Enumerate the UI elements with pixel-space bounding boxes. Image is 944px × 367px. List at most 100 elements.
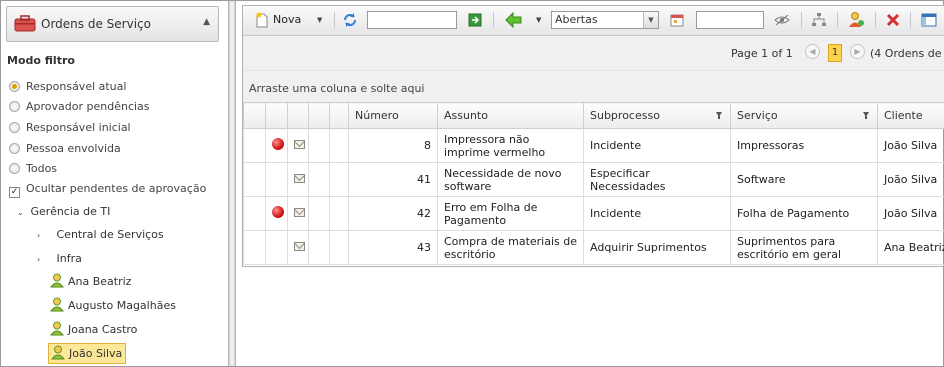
user-icon [50, 297, 64, 312]
panel-icon[interactable] [921, 11, 937, 29]
column-header[interactable] [308, 102, 330, 129]
status-select[interactable]: Abertas ▼ [551, 11, 659, 29]
header-label: Serviço [737, 109, 778, 122]
cell-numero[interactable]: 42 [348, 196, 438, 231]
envelope-icon[interactable] [294, 242, 305, 251]
cell-servico: Software [730, 162, 878, 197]
chevron-down-icon[interactable]: ▼ [643, 12, 658, 28]
tree-user-ana-beatriz[interactable]: Ana Beatriz [50, 272, 131, 292]
cell-cliente: João Silva [877, 128, 944, 163]
cell-assunto[interactable]: Compra de materiais de escritório [437, 230, 584, 265]
column-header[interactable] [265, 102, 288, 129]
radio-button[interactable] [9, 101, 20, 112]
radio-button[interactable] [9, 163, 20, 174]
chevron-up-icon[interactable]: ▲ [203, 17, 210, 27]
column-header-servico[interactable]: Serviço [730, 102, 878, 129]
cell-assunto[interactable]: Necessidade de novo software [437, 162, 584, 197]
column-header-subprocesso[interactable]: Subprocesso [583, 102, 731, 129]
tree-node-central-servicos[interactable]: › Central de Serviços [37, 225, 164, 245]
envelope-icon[interactable] [294, 174, 305, 183]
cell-subprocesso: Incidente [583, 196, 731, 231]
dropdown-arrow-icon[interactable]: ▼ [317, 11, 322, 29]
status-select-value: Abertas [555, 13, 598, 26]
checkbox[interactable]: ✓ [9, 187, 20, 198]
filter-icon[interactable] [863, 112, 869, 119]
filter-mode-title: Modo filtro [7, 54, 75, 67]
user-label: João Silva [69, 347, 123, 360]
radio-responsavel-atual[interactable]: Responsável atual [9, 79, 126, 95]
row-select-cell[interactable] [243, 196, 266, 231]
dropdown-arrow-icon[interactable]: ▼ [536, 11, 541, 29]
radio-responsavel-inicial[interactable]: Responsável inicial [9, 120, 131, 136]
radio-pessoa-envolvida[interactable]: Pessoa envolvida [9, 141, 121, 157]
chevron-right-icon[interactable]: › [37, 250, 47, 270]
tree-user-joana-castro[interactable]: Joana Castro [50, 320, 137, 340]
user-assign-icon[interactable] [847, 11, 865, 29]
radio-aprovador-pendencias[interactable]: Aprovador pendências [9, 99, 150, 115]
checkbox-label: Ocultar pendentes de aprovação [26, 182, 207, 195]
radio-button[interactable] [9, 143, 20, 154]
radio-button[interactable] [9, 81, 20, 92]
column-header-assunto[interactable]: Assunto [437, 102, 584, 129]
radio-label: Pessoa envolvida [26, 142, 121, 155]
radio-button[interactable] [9, 122, 20, 133]
tree-node-gerencia-ti[interactable]: ⌄ Gerência de TI [17, 202, 110, 222]
envelope-icon[interactable] [294, 208, 305, 217]
column-header[interactable] [287, 102, 309, 129]
new-button-label: Nova [273, 13, 302, 26]
hierarchy-icon[interactable] [810, 11, 828, 29]
cell-numero[interactable]: 43 [348, 230, 438, 265]
empty-cell [308, 196, 330, 231]
next-page-icon[interactable]: ▶ [850, 44, 865, 59]
table-row[interactable]: 43 Compra de materiais de escritório Adqui… [243, 230, 944, 265]
new-button[interactable]: Nova ▼ [255, 11, 327, 29]
toolbar-separator [910, 12, 911, 28]
toolbar-separator [493, 12, 494, 28]
alert-cell [265, 162, 288, 197]
checkbox-ocultar-pendentes[interactable]: ✓ Ocultar pendentes de aprovação [9, 181, 207, 198]
row-select-cell[interactable] [243, 162, 266, 197]
tree-user-augusto-magalhaes[interactable]: Augusto Magalhães [50, 296, 176, 316]
table-header-row: Número Assunto Subprocesso Serviço Clien… [243, 102, 944, 129]
cell-assunto[interactable]: Erro em Folha de Pagamento [437, 196, 584, 231]
prev-page-icon[interactable]: ◀ [805, 44, 820, 59]
table-row[interactable]: 41 Necessidade de novo software Especifica… [243, 162, 944, 197]
group-drop-area[interactable]: Arraste uma coluna e solte aqui [243, 70, 944, 103]
delete-icon[interactable] [885, 11, 901, 29]
user-label: Joana Castro [68, 323, 138, 336]
row-select-cell[interactable] [243, 128, 266, 163]
radio-label: Aprovador pendências [26, 100, 150, 113]
cell-numero[interactable]: 8 [348, 128, 438, 163]
column-header-numero[interactable]: Número [348, 102, 438, 129]
filter-icon[interactable] [716, 112, 722, 119]
row-select-cell[interactable] [243, 230, 266, 265]
panel-splitter[interactable] [228, 1, 236, 366]
go-icon[interactable] [468, 11, 482, 29]
tree-node-infra[interactable]: › Infra [37, 249, 82, 269]
cell-subprocesso: Incidente [583, 128, 731, 163]
cell-numero[interactable]: 41 [348, 162, 438, 197]
eye-icon[interactable] [773, 11, 791, 29]
panel-header[interactable]: Ordens de Serviço ▲ [6, 6, 219, 42]
cell-assunto[interactable]: Impressora não imprime vermelho [437, 128, 584, 163]
radio-todos[interactable]: Todos [9, 161, 57, 177]
search-input[interactable] [367, 11, 457, 29]
tree-user-joao-silva[interactable]: João Silva [48, 343, 127, 364]
refresh-icon[interactable] [342, 11, 358, 29]
table-row[interactable]: 8 Impressora não imprime vermelho Incident… [243, 128, 944, 163]
cell-cliente: João Silva [877, 196, 944, 231]
date-input[interactable] [696, 11, 764, 29]
back-arrow-icon[interactable] [505, 11, 523, 29]
alert-red-icon [272, 138, 284, 150]
column-header[interactable] [329, 102, 349, 129]
envelope-icon[interactable] [294, 140, 305, 149]
current-page-button[interactable]: 1 [828, 44, 842, 62]
table-row[interactable]: 42 Erro em Folha de Pagamento Incidente Fol… [243, 196, 944, 231]
column-header[interactable] [243, 102, 266, 129]
column-header-cliente[interactable]: Cliente [877, 102, 944, 129]
toolbar-separator [801, 12, 802, 28]
chevron-right-icon[interactable]: › [37, 226, 47, 246]
cell-cliente: João Silva [877, 162, 944, 197]
chevron-down-icon[interactable]: ⌄ [17, 203, 27, 223]
calendar-icon[interactable] [670, 11, 684, 29]
